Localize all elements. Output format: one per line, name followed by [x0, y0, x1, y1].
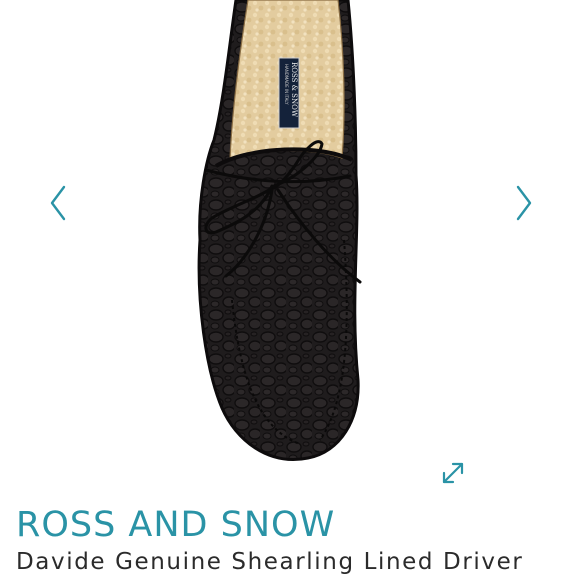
- chevron-right-icon: [516, 185, 532, 221]
- product-image-gallery: ROSS & SNOW HANDMADE IN ITALY: [0, 0, 580, 500]
- chevron-left-icon: [50, 185, 66, 221]
- product-image-shoe: ROSS & SNOW HANDMADE IN ITALY: [197, 0, 362, 461]
- product-title: Davide Genuine Shearling Lined Driver: [16, 549, 524, 575]
- previous-image-button[interactable]: [40, 180, 76, 226]
- expand-image-button[interactable]: [440, 460, 466, 486]
- insole-label-subtext: HANDMADE IN ITALY: [284, 64, 289, 105]
- product-brand[interactable]: ROSS AND SNOW: [16, 508, 335, 543]
- expand-icon: [442, 462, 464, 484]
- insole-label-text: ROSS & SNOW: [290, 62, 298, 118]
- next-image-button[interactable]: [506, 180, 542, 226]
